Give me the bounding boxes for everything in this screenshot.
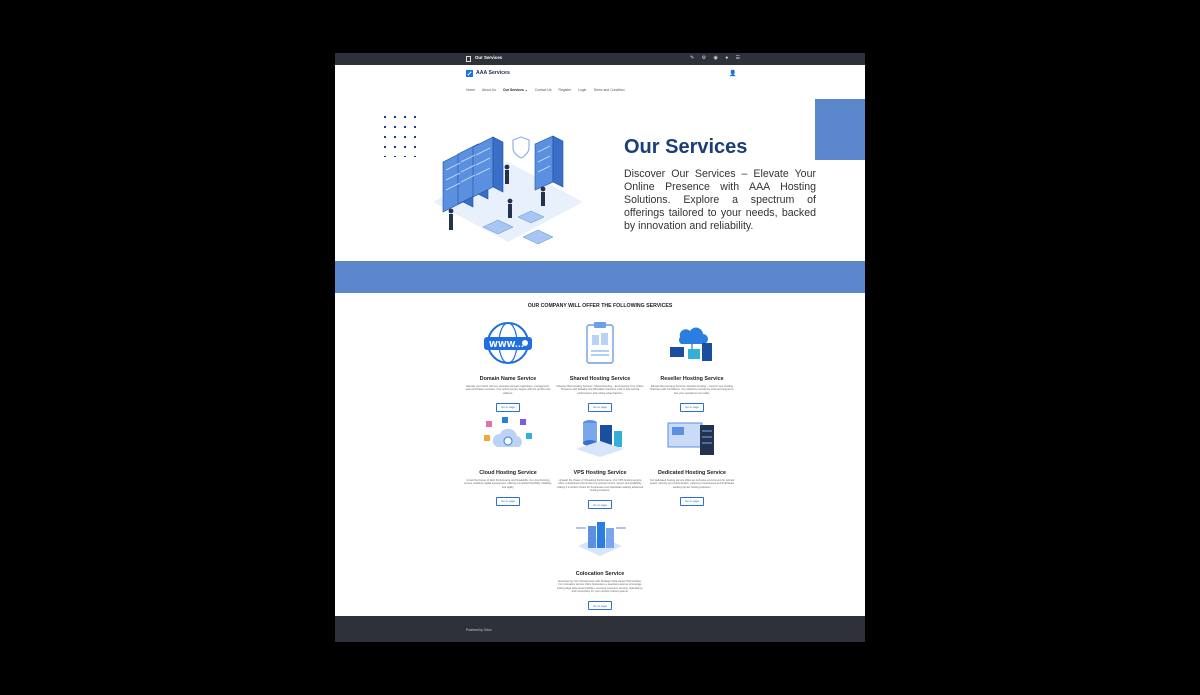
service-description: Elevate your brand with our seamless dom…	[465, 385, 551, 395]
go-to-page-button[interactable]: Go to page	[496, 402, 520, 412]
service-card-shared: Shared Hosting Service Discover Best Hos…	[556, 321, 644, 413]
clipboard-server-icon	[586, 322, 614, 364]
nav-item-about[interactable]: About Us	[482, 88, 496, 92]
service-description: Unleash the Power of Virtualized Perform…	[556, 479, 644, 493]
service-card-reseller: Reseller Hosting Service Elevate Best Ho…	[648, 321, 736, 413]
datacenter-illustration	[433, 135, 583, 245]
nav-item-login[interactable]: Login	[578, 88, 586, 92]
service-card-domain: WWW... Domain Name Service Elevate your …	[464, 321, 552, 413]
service-card-dedicated: Dedicated Hosting Service Our dedicated …	[648, 415, 736, 507]
service-name: VPS Hosting Service	[573, 470, 627, 476]
cloud-apps-icon	[484, 417, 532, 447]
top-bar-title: Our Services	[475, 55, 503, 60]
go-to-page-button[interactable]: Go to page	[680, 402, 704, 412]
nav-item-contact[interactable]: Contact Us	[535, 88, 552, 92]
top-bar-tools[interactable]: ✎ ⚙ ◉ ● ☰	[690, 55, 743, 61]
go-to-page-button[interactable]: Go to page	[496, 496, 520, 506]
site-header: AAA Services 👤 Home About Us Our Service…	[335, 65, 865, 99]
service-name: Shared Hosting Service	[569, 376, 631, 382]
service-card-colocation: Colocation Service Empowering Your Infra…	[556, 516, 644, 612]
service-card-cloud: Cloud Hosting Service Unveil the Future …	[464, 415, 552, 507]
service-name: Reseller Hosting Service	[660, 376, 724, 382]
dedicated-server-icon	[667, 422, 714, 455]
site-footer: Powered by Odoo	[335, 616, 865, 642]
go-to-page-button[interactable]: Go to page	[588, 601, 612, 611]
services-heading: OUR COMPANY WILL OFFER THE FOLLOWING SER…	[527, 303, 673, 309]
globe-www-icon: WWW...	[484, 322, 532, 364]
nav-item-home[interactable]: Home	[466, 88, 475, 92]
service-name: Cloud Hosting Service	[479, 470, 537, 476]
site-name[interactable]: AAA Services	[476, 70, 510, 76]
nav-item-terms[interactable]: Terms and Condition	[593, 88, 624, 92]
site-logo-icon[interactable]	[466, 70, 473, 77]
service-description: Discover Best Hosting Services: Shared H…	[556, 385, 644, 395]
browser-page: Our Services ✎ ⚙ ◉ ● ☰ AAA Services 👤 Ho…	[335, 53, 865, 642]
colocation-icon	[576, 522, 626, 556]
hero-description: Discover Our Services – Elevate Your Onl…	[624, 168, 816, 232]
hero-section: Our Services Discover Our Services – Ele…	[335, 99, 865, 261]
go-to-page-button[interactable]: Go to page	[588, 402, 612, 412]
go-to-page-button[interactable]: Go to page	[588, 500, 612, 510]
service-description: Elevate Best Hosting Services: Reseller …	[650, 385, 734, 395]
user-icon[interactable]: 👤	[729, 70, 736, 77]
service-name: Dedicated Hosting Service	[657, 470, 726, 476]
service-description: Empowering Your Infrastructure with Stra…	[556, 580, 644, 594]
footer-text[interactable]: Powered by Odoo	[466, 628, 492, 632]
main-nav: Home About Us Our Services ⌄ Contact Us …	[466, 88, 625, 92]
service-name: Domain Name Service	[479, 376, 537, 382]
server-stack-icon	[576, 420, 624, 457]
admin-top-bar: Our Services ✎ ⚙ ◉ ● ☰	[335, 53, 865, 65]
nav-item-services[interactable]: Our Services ⌄	[503, 88, 528, 92]
service-name: Colocation Service	[575, 571, 625, 577]
hero-accent-block	[815, 99, 865, 160]
go-to-page-button[interactable]: Go to page	[680, 496, 704, 506]
blue-band	[335, 261, 865, 293]
hero-title: Our Services	[624, 136, 748, 158]
service-card-vps: VPS Hosting Service Unleash the Power of…	[556, 415, 644, 511]
cloud-computers-icon	[670, 327, 712, 361]
service-description: Unveil the Future of Web Performance and…	[464, 479, 552, 489]
nav-item-register[interactable]: Register	[559, 88, 572, 92]
svg-text:WWW...: WWW...	[489, 340, 524, 349]
service-description: Our dedicated hosting service offers an …	[649, 479, 735, 489]
page-icon	[466, 56, 471, 62]
